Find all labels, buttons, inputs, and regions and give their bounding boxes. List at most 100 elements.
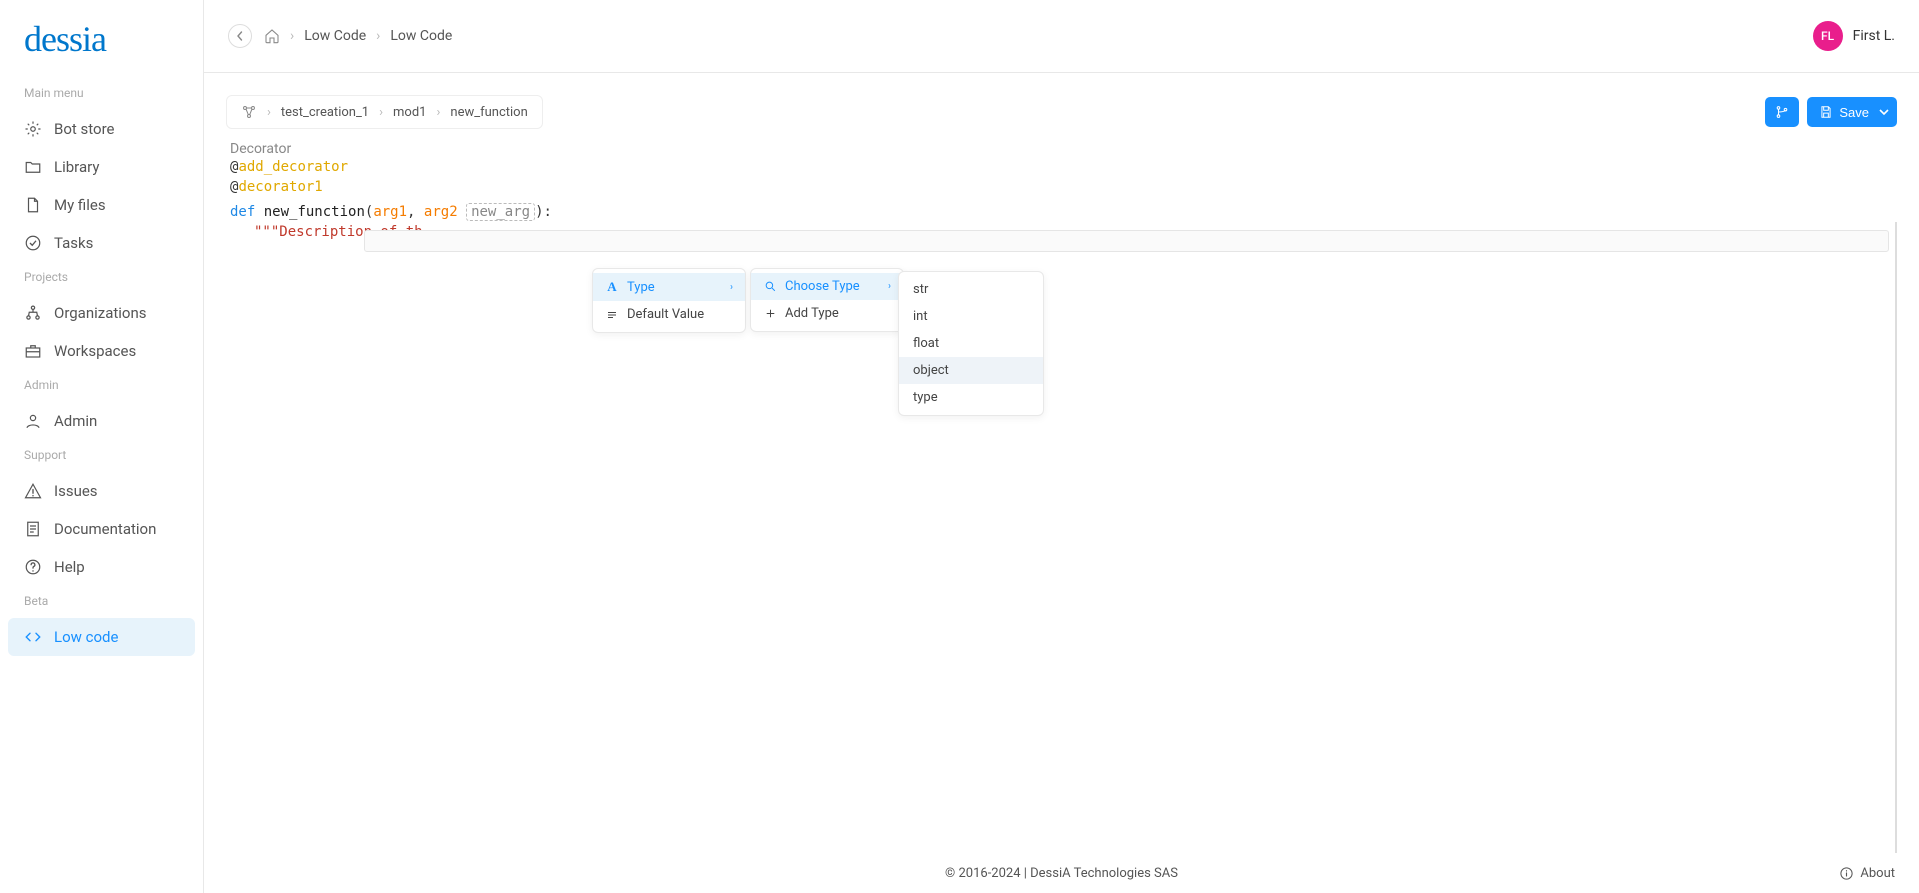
about-link[interactable]: About bbox=[1860, 866, 1895, 881]
menu-item-label: Choose Type bbox=[785, 279, 860, 294]
brand-text: dessia bbox=[24, 19, 106, 59]
user-name: First L. bbox=[1853, 28, 1895, 44]
branch-icon bbox=[1775, 105, 1789, 119]
sidebar-item-tasks[interactable]: Tasks bbox=[0, 224, 203, 262]
breadcrumb-item[interactable]: Low Code bbox=[390, 28, 452, 44]
sidebar-item-low-code[interactable]: Low code bbox=[8, 618, 195, 656]
sidebar-item-label: Organizations bbox=[54, 304, 147, 322]
menu-item-type[interactable]: AType› bbox=[593, 273, 745, 301]
sidebar-item-help[interactable]: Help bbox=[0, 548, 203, 586]
info-icon bbox=[1839, 866, 1854, 881]
menu-item-label: Type bbox=[627, 280, 655, 295]
org-icon bbox=[24, 304, 42, 322]
save-button[interactable]: Save bbox=[1807, 97, 1897, 127]
docstring-input[interactable] bbox=[364, 230, 1889, 252]
type-option-label: float bbox=[913, 336, 939, 351]
context-menu-type: Choose Type › Add Type bbox=[750, 268, 904, 332]
type-option-label: object bbox=[913, 363, 949, 378]
sidebar-item-issues[interactable]: Issues bbox=[0, 472, 203, 510]
sidebar-item-documentation[interactable]: Documentation bbox=[0, 510, 203, 548]
breadcrumb-item[interactable]: Low Code bbox=[304, 28, 366, 44]
sidebar-item-workspaces[interactable]: Workspaces bbox=[0, 332, 203, 370]
editor-area: › test_creation_1 › mod1 › new_function … bbox=[204, 73, 1919, 853]
menu-item-label: Add Type bbox=[785, 306, 839, 321]
plus-icon bbox=[763, 307, 777, 320]
type-option-label: type bbox=[913, 390, 938, 405]
nav-section-heading: Main menu bbox=[0, 78, 203, 110]
nav-section-heading: Admin bbox=[0, 370, 203, 402]
menu-item-add-type[interactable]: Add Type bbox=[751, 300, 903, 327]
bot-icon bbox=[24, 120, 42, 138]
avatar[interactable]: FL bbox=[1813, 21, 1843, 51]
decorator-line[interactable]: @decorator1 bbox=[230, 177, 1897, 197]
sidebar-item-label: Tasks bbox=[54, 234, 93, 252]
sidebar-item-admin[interactable]: Admin bbox=[0, 402, 203, 440]
decorator-section-label: Decorator bbox=[230, 141, 1897, 157]
type-option-object[interactable]: object bbox=[899, 357, 1043, 384]
doc-icon bbox=[24, 520, 42, 538]
briefcase-icon bbox=[24, 342, 42, 360]
type-option-str[interactable]: str bbox=[899, 276, 1043, 303]
home-icon[interactable] bbox=[264, 28, 280, 44]
context-menu-typelist: str int float object type bbox=[898, 271, 1044, 416]
sidebar-item-label: Issues bbox=[54, 482, 98, 500]
code-icon bbox=[24, 628, 42, 646]
chevron-right-icon: › bbox=[290, 28, 294, 44]
save-icon bbox=[1819, 105, 1833, 119]
module-icon bbox=[241, 104, 257, 120]
type-option-label: int bbox=[913, 309, 928, 324]
sidebar-item-label: Bot store bbox=[54, 120, 114, 138]
user-icon bbox=[24, 412, 42, 430]
code-canvas[interactable]: """Description of th bbox=[226, 222, 1897, 853]
sidebar-item-label: My files bbox=[54, 196, 106, 214]
menu-item-choose-type[interactable]: Choose Type › bbox=[751, 273, 903, 300]
footer-copyright: © 2016-2024 | DessiA Technologies SAS bbox=[945, 866, 1178, 881]
folder-icon bbox=[24, 158, 42, 176]
sidebar-item-organizations[interactable]: Organizations bbox=[0, 294, 203, 332]
menu-icon: A bbox=[605, 279, 619, 295]
main-area: › Low Code › Low Code FL First L. › test… bbox=[204, 0, 1919, 893]
sidebar-item-label: Library bbox=[54, 158, 99, 176]
chevron-right-icon: › bbox=[379, 105, 383, 120]
nav-section-heading: Projects bbox=[0, 262, 203, 294]
type-option-label: str bbox=[913, 282, 928, 297]
context-menu-arg: AType›Default Value bbox=[592, 268, 746, 333]
sidebar: dessia Main menu Bot store Library My files… bbox=[0, 0, 204, 893]
chevron-right-icon: › bbox=[436, 105, 440, 120]
chevron-right-icon: › bbox=[888, 281, 891, 292]
type-option-int[interactable]: int bbox=[899, 303, 1043, 330]
menu-item-default-value[interactable]: Default Value bbox=[593, 301, 745, 328]
topbar: › Low Code › Low Code FL First L. bbox=[204, 0, 1919, 73]
sidebar-item-label: Admin bbox=[54, 412, 97, 430]
logo: dessia bbox=[0, 18, 203, 78]
nav-section-heading: Support bbox=[0, 440, 203, 472]
nav-section-heading: Beta bbox=[0, 586, 203, 618]
def-line[interactable]: def new_function(arg1, arg2 new_arg): bbox=[230, 202, 1897, 222]
file-icon bbox=[24, 196, 42, 214]
editor-breadcrumb: › test_creation_1 › mod1 › new_function bbox=[226, 95, 543, 129]
branch-button[interactable] bbox=[1765, 97, 1799, 127]
check-icon bbox=[24, 234, 42, 252]
sidebar-item-label: Low code bbox=[54, 628, 118, 646]
sidebar-item-library[interactable]: Library bbox=[0, 148, 203, 186]
chevron-left-icon bbox=[235, 31, 245, 41]
type-option-float[interactable]: float bbox=[899, 330, 1043, 357]
warn-icon bbox=[24, 482, 42, 500]
menu-icon bbox=[605, 309, 619, 321]
save-button-label: Save bbox=[1839, 105, 1869, 120]
sidebar-item-label: Help bbox=[54, 558, 85, 576]
top-breadcrumb: › Low Code › Low Code bbox=[264, 28, 452, 44]
chevron-down-icon bbox=[1879, 107, 1889, 117]
sidebar-item-my-files[interactable]: My files bbox=[0, 186, 203, 224]
crumb-item[interactable]: mod1 bbox=[393, 105, 426, 120]
help-icon bbox=[24, 558, 42, 576]
sidebar-item-bot-store[interactable]: Bot store bbox=[0, 110, 203, 148]
menu-item-label: Default Value bbox=[627, 307, 704, 322]
crumb-item[interactable]: test_creation_1 bbox=[281, 105, 369, 120]
sidebar-item-label: Workspaces bbox=[54, 342, 136, 360]
crumb-item[interactable]: new_function bbox=[450, 105, 527, 120]
decorator-line[interactable]: @add_decorator bbox=[230, 157, 1897, 177]
type-option-type[interactable]: type bbox=[899, 384, 1043, 411]
collapse-sidebar-button[interactable] bbox=[228, 24, 252, 48]
new-arg-slot[interactable]: new_arg bbox=[466, 203, 535, 221]
